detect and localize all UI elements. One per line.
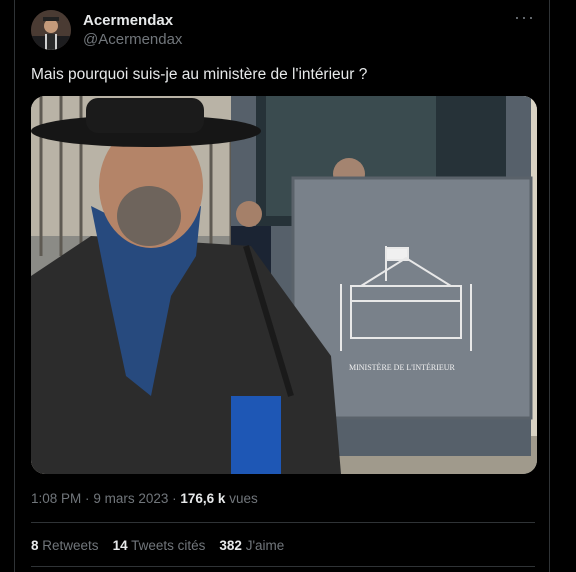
display-name[interactable]: Acermendax xyxy=(83,12,173,29)
tweet-meta: 1:08 PM · 9 mars 2023 · 176,6 k vues xyxy=(31,491,258,506)
likes-count: 382 xyxy=(219,538,242,553)
tweet-photo[interactable]: MINISTÈRE DE L'INTÉRIEUR xyxy=(31,96,537,474)
tweet-header: Acermendax @Acermendax ··· xyxy=(31,8,535,50)
meta-separator: · xyxy=(85,491,90,506)
divider xyxy=(31,566,535,567)
retweets-count: 8 xyxy=(31,538,39,553)
quotes-label: Tweets cités xyxy=(131,538,206,553)
more-horizontal-icon[interactable]: ··· xyxy=(514,8,535,26)
likes-label: J'aime xyxy=(245,538,285,553)
divider xyxy=(31,522,535,523)
views-label: vues xyxy=(229,491,258,506)
avatar[interactable] xyxy=(31,10,71,50)
handle[interactable]: @Acermendax xyxy=(83,31,182,48)
tweet-date[interactable]: 9 mars 2023 xyxy=(93,491,168,506)
retweets-label: Retweets xyxy=(42,538,99,553)
sign-text: MINISTÈRE DE L'INTÉRIEUR xyxy=(349,362,456,372)
likes-stat[interactable]: 382 J'aime xyxy=(219,538,284,553)
meta-separator: · xyxy=(172,491,177,506)
quotes-count: 14 xyxy=(112,538,128,553)
tweet-card: Acermendax @Acermendax ··· Mais pourquoi… xyxy=(14,0,550,572)
views-count: 176,6 k xyxy=(180,491,226,506)
tweet-text: Mais pourquoi suis-je au ministère de l'… xyxy=(31,66,368,83)
tweet-stats: 8 Retweets 14 Tweets cités 382 J'aime xyxy=(31,538,284,553)
quotes-stat[interactable]: 14 Tweets cités xyxy=(113,538,206,553)
tweet-time[interactable]: 1:08 PM xyxy=(31,491,81,506)
retweets-stat[interactable]: 8 Retweets xyxy=(31,538,99,553)
